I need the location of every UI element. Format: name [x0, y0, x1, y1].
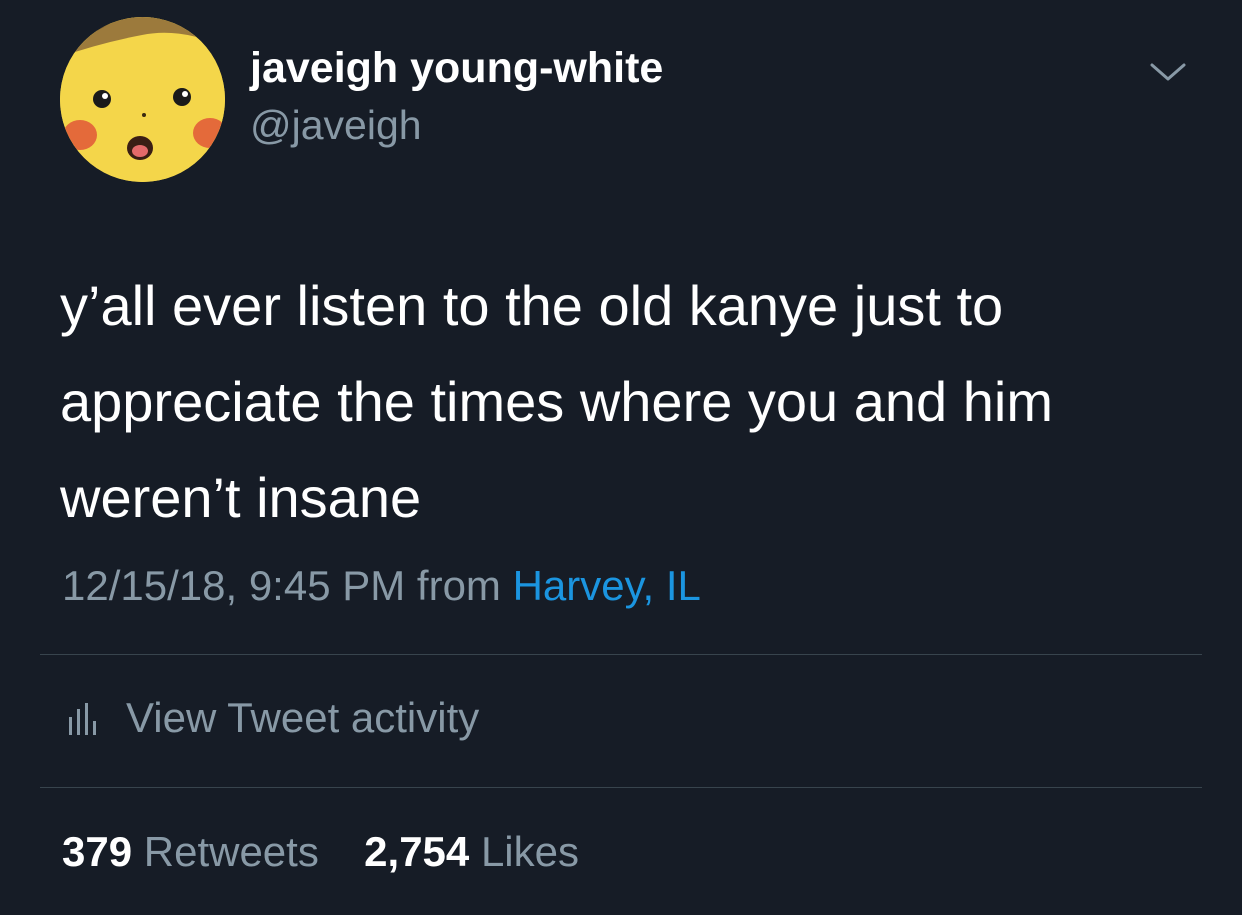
retweets-stat[interactable]: 379 Retweets — [62, 828, 331, 875]
bar-chart-icon — [69, 703, 96, 735]
tweet-text: y’all ever listen to the old kanye just … — [60, 258, 1210, 546]
avatar[interactable] — [60, 17, 225, 182]
from-label: from — [416, 562, 501, 609]
divider — [40, 654, 1202, 655]
likes-label: Likes — [480, 828, 580, 875]
tweet-stats: 379 Retweets 2,754 Likes — [62, 828, 579, 876]
divider — [40, 787, 1202, 788]
author-display-name[interactable]: javeigh young-white — [250, 44, 663, 93]
tweet-text-line: appreciate the times where you and him — [60, 370, 1053, 433]
likes-count: 2,754 — [364, 828, 470, 875]
retweets-count: 379 — [62, 828, 133, 875]
author-handle[interactable]: @javeigh — [250, 102, 422, 149]
view-tweet-activity-label: View Tweet activity — [126, 694, 480, 741]
view-tweet-activity-button[interactable]: View Tweet activity — [66, 692, 479, 744]
chevron-down-icon[interactable] — [1148, 57, 1188, 87]
tweet-text-line: y’all ever listen to the old kanye just … — [60, 274, 1004, 337]
tweet-meta: 12/15/18, 9:45 PM from Harvey, IL — [62, 562, 701, 610]
surprised-pikachu-avatar-icon — [60, 17, 225, 182]
retweets-label: Retweets — [143, 828, 319, 875]
tweet-timestamp[interactable]: 12/15/18, 9:45 PM — [62, 562, 405, 609]
tweet-text-line: weren’t insane — [60, 466, 422, 529]
likes-stat[interactable]: 2,754 Likes — [353, 828, 580, 875]
location-link[interactable]: Harvey, IL — [513, 562, 701, 609]
